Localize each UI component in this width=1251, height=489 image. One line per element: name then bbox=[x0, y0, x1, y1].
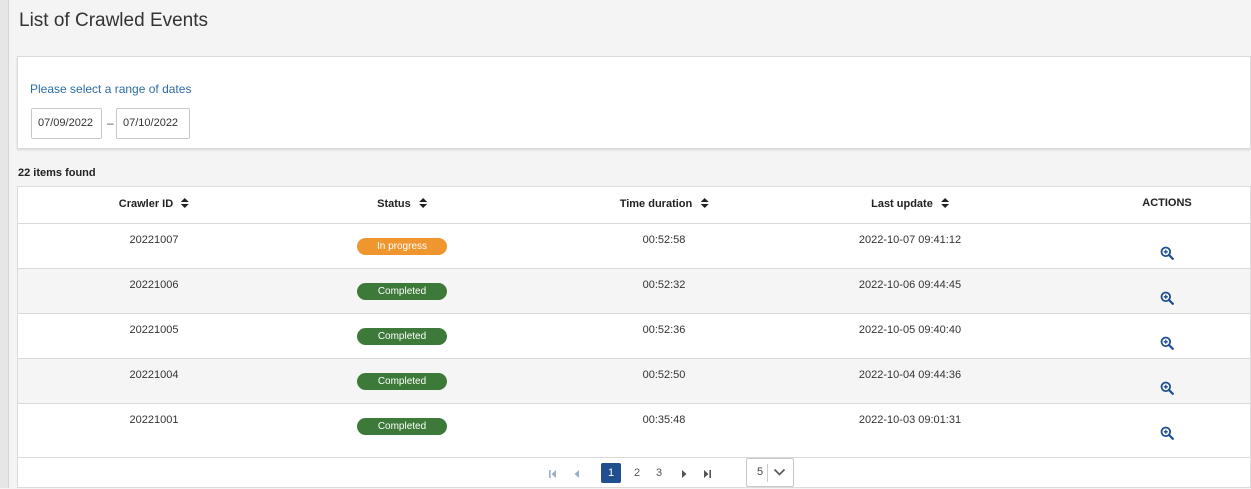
sort-icon bbox=[418, 198, 427, 208]
left-rail bbox=[0, 0, 9, 488]
table-row: 20221007 In progress 00:52:58 2022-10-07… bbox=[18, 223, 1250, 268]
status-badge: Completed bbox=[357, 328, 447, 345]
crawler-id-cell: 20221004 bbox=[129, 369, 179, 381]
date-from-input[interactable]: 07/09/2022 bbox=[31, 108, 102, 139]
duration-cell: 00:52:58 bbox=[642, 234, 686, 246]
page-size-select[interactable]: 5 bbox=[746, 458, 794, 487]
header-time-duration[interactable]: Time duration bbox=[620, 198, 709, 210]
first-page-icon[interactable] bbox=[549, 469, 557, 479]
page-size-value: 5 bbox=[757, 466, 764, 478]
crawler-id-cell: 20221006 bbox=[129, 279, 179, 291]
last-page-icon[interactable] bbox=[703, 469, 711, 479]
date-to-input[interactable]: 07/10/2022 bbox=[116, 108, 190, 139]
header-status-label: Status bbox=[377, 198, 411, 210]
page-3-button[interactable]: 3 bbox=[653, 463, 665, 483]
zoom-in-icon[interactable] bbox=[1160, 336, 1174, 350]
last-update-cell: 2022-10-07 09:41:12 bbox=[858, 234, 962, 246]
table-row: 20221001 Completed 00:35:48 2022-10-03 0… bbox=[18, 403, 1250, 448]
page-1-button[interactable]: 1 bbox=[601, 463, 621, 483]
header-crawler-id-label: Crawler ID bbox=[118, 198, 174, 210]
sort-icon bbox=[181, 198, 190, 208]
chevron-down-icon bbox=[773, 468, 786, 476]
date-separator: – bbox=[107, 116, 114, 130]
zoom-in-icon[interactable] bbox=[1160, 291, 1174, 305]
status-badge: Completed bbox=[357, 373, 447, 390]
events-table: Crawler ID Status Time duration Last upd… bbox=[17, 186, 1251, 488]
header-last-update[interactable]: Last update bbox=[871, 198, 949, 210]
pagination: 1 2 3 5 bbox=[18, 457, 1250, 489]
status-badge: Completed bbox=[357, 418, 447, 435]
crawler-id-cell: 20221001 bbox=[129, 414, 179, 426]
duration-cell: 00:35:48 bbox=[642, 414, 686, 426]
zoom-in-icon[interactable] bbox=[1160, 426, 1174, 440]
duration-cell: 00:52:36 bbox=[642, 324, 686, 336]
last-update-cell: 2022-10-04 09:44:36 bbox=[858, 369, 962, 381]
table-header: Crawler ID Status Time duration Last upd… bbox=[18, 187, 1250, 223]
date-filter-panel: Please select a range of dates 07/09/202… bbox=[17, 56, 1251, 149]
header-crawler-id[interactable]: Crawler ID bbox=[118, 198, 190, 210]
header-time-duration-label: Time duration bbox=[619, 198, 693, 210]
zoom-in-icon[interactable] bbox=[1160, 381, 1174, 395]
crawler-id-cell: 20221007 bbox=[129, 234, 179, 246]
duration-cell: 00:52:50 bbox=[642, 369, 686, 381]
table-row: 20221004 Completed 00:52:50 2022-10-04 0… bbox=[18, 358, 1250, 403]
duration-cell: 00:52:32 bbox=[642, 279, 686, 291]
status-badge: Completed bbox=[357, 283, 447, 300]
header-actions: ACTIONS bbox=[1142, 197, 1192, 209]
zoom-in-icon[interactable] bbox=[1160, 246, 1174, 260]
header-status[interactable]: Status bbox=[377, 198, 427, 210]
next-page-icon[interactable] bbox=[681, 469, 687, 479]
crawler-id-cell: 20221005 bbox=[129, 324, 179, 336]
header-last-update-label: Last update bbox=[871, 198, 933, 210]
page-2-button[interactable]: 2 bbox=[631, 463, 643, 483]
page-title: List of Crawled Events bbox=[19, 10, 209, 31]
select-divider bbox=[767, 464, 768, 482]
table-row: 20221005 Completed 00:52:36 2022-10-05 0… bbox=[18, 313, 1250, 358]
sort-icon bbox=[940, 198, 949, 208]
page: List of Crawled Events Please select a r… bbox=[9, 0, 1251, 488]
last-update-cell: 2022-10-03 09:01:31 bbox=[858, 414, 962, 426]
status-badge: In progress bbox=[357, 238, 447, 255]
last-update-cell: 2022-10-05 09:40:40 bbox=[858, 324, 962, 336]
last-update-cell: 2022-10-06 09:44:45 bbox=[858, 279, 962, 291]
table-row: 20221006 Completed 00:52:32 2022-10-06 0… bbox=[18, 268, 1250, 313]
sort-icon bbox=[700, 198, 709, 208]
date-range-label: Please select a range of dates bbox=[30, 82, 192, 96]
items-found-count: 22 items found bbox=[18, 167, 96, 179]
prev-page-icon[interactable] bbox=[574, 469, 580, 479]
